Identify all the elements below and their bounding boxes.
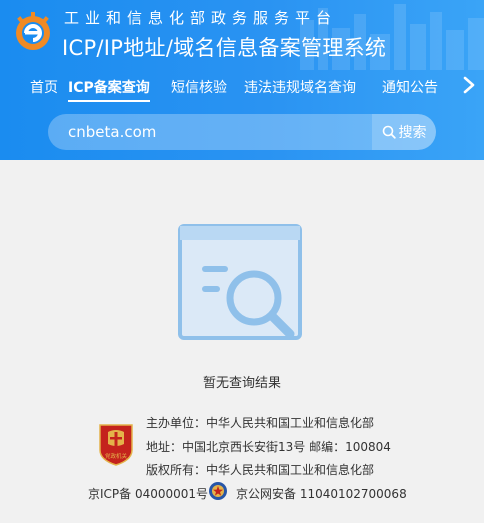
empty-result-text: 暂无查询结果 [202, 376, 281, 391]
main-nav: 首页 ICP备案查询 短信核验 违法违规域名查询 通知公告 [0, 68, 484, 104]
footer-icp-link[interactable]: 京ICP备 04000001号 [88, 485, 208, 502]
search-icon [382, 125, 396, 139]
document-search-icon [178, 224, 302, 340]
ministry-logo-icon [16, 12, 50, 50]
chevron-right-icon[interactable] [462, 76, 476, 94]
footer-address: 地址：中国北京西长安街13号 邮编：100804 [146, 440, 391, 454]
government-badge-icon[interactable]: 党政机关 [98, 422, 134, 466]
svg-text:党政机关: 党政机关 [105, 452, 128, 460]
footer-copyright: 版权所有：中华人民共和国工业和信息化部 [146, 463, 375, 477]
search-button[interactable]: 搜索 [372, 114, 436, 150]
search-bar: 搜索 [48, 114, 436, 150]
nav-item-icp-query[interactable]: ICP备案查询 [68, 77, 150, 102]
nav-item-sms-verify[interactable]: 短信核验 [171, 77, 227, 97]
footer-host: 主办单位：中华人民共和国工业和信息化部 [146, 416, 375, 430]
search-input[interactable] [48, 114, 390, 150]
platform-subtitle: 工业和信息化部政务服务平台 [64, 9, 338, 27]
nav-item-notices[interactable]: 通知公告 [382, 77, 438, 97]
system-title: ICP/IP地址/域名信息备案管理系统 [62, 36, 387, 60]
search-button-label: 搜索 [398, 125, 427, 141]
nav-item-home[interactable]: 首页 [30, 77, 58, 97]
header-banner: 工业和信息化部政务服务平台 ICP/IP地址/域名信息备案管理系统 首页 ICP… [0, 0, 484, 160]
nav-item-illegal-domain[interactable]: 违法违规域名查询 [244, 77, 356, 97]
police-badge-icon [209, 482, 227, 500]
footer-police-link[interactable]: 京公网安备 11040102700068 [236, 485, 407, 502]
